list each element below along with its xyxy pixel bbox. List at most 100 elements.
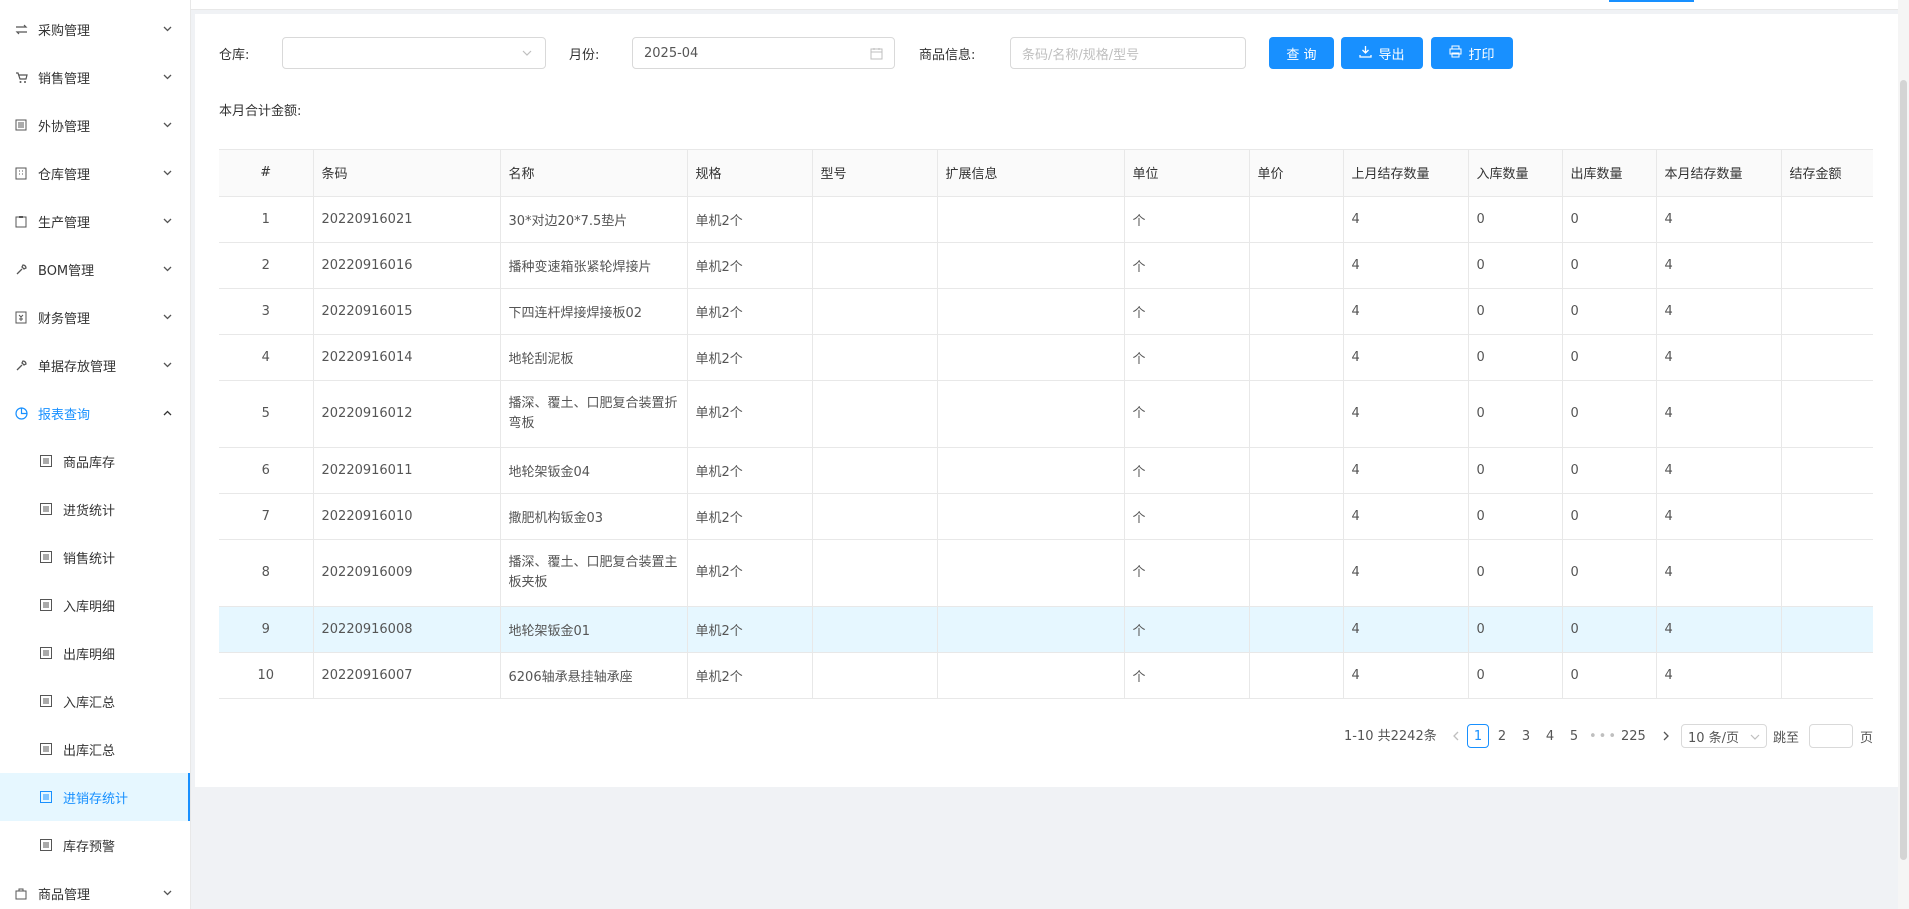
month-picker[interactable]: 2025-04 <box>632 37 895 69</box>
submenu-outbound-detail[interactable]: 出库明细 <box>0 629 190 677</box>
cell-stock-amount <box>1781 242 1873 289</box>
cell-unit-price <box>1249 380 1344 448</box>
cell-unit: 个 <box>1124 288 1250 335</box>
scrollbar-thumb[interactable] <box>1900 80 1907 860</box>
cell-index: 7 <box>219 493 314 540</box>
query-button[interactable]: 查 询 <box>1269 37 1334 69</box>
prev-page-icon[interactable] <box>1444 724 1466 748</box>
cell-last-month-qty: 4 <box>1343 447 1469 494</box>
next-page-icon[interactable] <box>1655 724 1677 748</box>
col-index[interactable]: # <box>219 150 314 197</box>
table-row[interactable]: 2 20220916016 播种变速箱张紧轮焊接片 单机2个个 4 0 0 4 <box>219 242 1873 289</box>
submenu-inbound-summary[interactable]: 入库汇总 <box>0 677 190 725</box>
col-last-month-qty[interactable]: 上月结存数量 <box>1343 150 1469 197</box>
list-icon <box>40 455 52 467</box>
table-row[interactable]: 4 20220916014 地轮刮泥板 单机2个个 4 0 0 4 <box>219 334 1873 381</box>
cell-last-month-qty: 4 <box>1343 196 1469 243</box>
cell-spec: 单机2个 <box>687 606 813 653</box>
submenu-purchase-stats[interactable]: 进货统计 <box>0 485 190 533</box>
cell-model <box>812 493 938 540</box>
cell-unit-price <box>1249 493 1344 540</box>
cell-model <box>812 380 938 448</box>
page-3[interactable]: 3 <box>1515 724 1537 748</box>
jump-label: 跳至 <box>1773 730 1800 746</box>
table-row[interactable]: 1 20220916021 30*对边20*7.5垫片 单机2个个 4 0 0 4 <box>219 196 1873 243</box>
menu-warehouse[interactable]: 仓库管理 <box>0 153 190 193</box>
cell-inbound-qty: 0 <box>1468 334 1563 381</box>
submenu-inventory-stats[interactable]: 进销存统计 <box>0 773 190 821</box>
print-button[interactable]: 打印 <box>1431 37 1513 69</box>
col-name[interactable]: 名称 <box>500 150 688 197</box>
page-2[interactable]: 2 <box>1491 724 1513 748</box>
wrench-icon <box>14 358 28 372</box>
top-strip <box>191 0 1909 10</box>
menu-sales[interactable]: 销售管理 <box>0 57 190 97</box>
cell-last-month-qty: 4 <box>1343 288 1469 335</box>
table-row[interactable]: 9 20220916008 地轮架钣金01 单机2个个 4 0 0 4 <box>219 606 1873 653</box>
list-icon <box>40 599 52 611</box>
cell-unit: 个 <box>1124 493 1250 540</box>
page-size-select[interactable]: 10 条/页 <box>1681 724 1767 748</box>
page-last[interactable]: 225 <box>1621 724 1646 748</box>
col-stock-amount[interactable]: 结存金额 <box>1781 150 1873 197</box>
submenu-stock-alert[interactable]: 库存预警 <box>0 821 190 869</box>
col-model[interactable]: 型号 <box>812 150 938 197</box>
page-1[interactable]: 1 <box>1467 724 1489 748</box>
col-unit[interactable]: 单位 <box>1124 150 1250 197</box>
table-row[interactable]: 6 20220916011 地轮架钣金04 单机2个个 4 0 0 4 <box>219 447 1873 494</box>
cell-index: 4 <box>219 334 314 381</box>
col-outbound-qty[interactable]: 出库数量 <box>1562 150 1657 197</box>
cell-barcode: 20220916009 <box>313 539 501 607</box>
cell-this-month-qty: 4 <box>1656 242 1782 289</box>
col-unit-price[interactable]: 单价 <box>1249 150 1344 197</box>
col-spec[interactable]: 规格 <box>687 150 813 197</box>
cell-index: 2 <box>219 242 314 289</box>
menu-purchase[interactable]: 采购管理 <box>0 9 190 49</box>
page-5[interactable]: 5 <box>1563 724 1585 748</box>
cell-spec: 单机2个 <box>687 196 813 243</box>
chevron-down-icon <box>1750 731 1760 746</box>
jump-page-input[interactable] <box>1809 724 1853 748</box>
chevron-down-icon <box>162 264 172 274</box>
cell-last-month-qty: 4 <box>1343 606 1469 653</box>
menu-document-storage[interactable]: 单据存放管理 <box>0 345 190 385</box>
submenu-inbound-detail[interactable]: 入库明细 <box>0 581 190 629</box>
table-row[interactable]: 3 20220916015 下四连杆焊接焊接板02 单机2个个 4 0 0 4 <box>219 288 1873 335</box>
cell-inbound-qty: 0 <box>1468 196 1563 243</box>
table-row[interactable]: 10 20220916007 6206轴承悬挂轴承座 单机2个个 4 0 0 4 <box>219 652 1873 699</box>
page-4[interactable]: 4 <box>1539 724 1561 748</box>
cell-unit: 个 <box>1124 196 1250 243</box>
clipboard-icon <box>14 214 28 228</box>
col-inbound-qty[interactable]: 入库数量 <box>1468 150 1563 197</box>
chevron-down-icon <box>162 72 172 82</box>
submenu-goods-stock[interactable]: 商品库存 <box>0 437 190 485</box>
cell-this-month-qty: 4 <box>1656 606 1782 653</box>
page-ellipsis[interactable]: ••• <box>1589 724 1618 748</box>
cell-extended-info <box>937 652 1125 699</box>
cell-unit: 个 <box>1124 380 1250 448</box>
page-scrollbar[interactable] <box>1898 0 1909 909</box>
cell-outbound-qty: 0 <box>1562 196 1657 243</box>
export-button[interactable]: 导出 <box>1341 37 1423 69</box>
table-row[interactable]: 5 20220916012 播深、覆土、口肥复合装置折弯板 单机2个个 4 0 0 4 <box>219 380 1873 448</box>
table-row[interactable]: 8 20220916009 播深、覆土、口肥复合装置主板夹板 单机2个个 4 0 0 4 <box>219 539 1873 607</box>
warehouse-select[interactable] <box>282 37 546 69</box>
menu-production[interactable]: 生产管理 <box>0 201 190 241</box>
menu-reports[interactable]: 报表查询 <box>0 393 190 433</box>
menu-outsourcing[interactable]: 外协管理 <box>0 105 190 145</box>
cell-this-month-qty: 4 <box>1656 196 1782 243</box>
goods-info-label: 商品信息: <box>919 48 976 63</box>
page-suffix-label: 页 <box>1860 730 1874 746</box>
goods-search-input[interactable]: 条码/名称/规格/型号 <box>1010 37 1246 69</box>
cell-spec: 单机2个 <box>687 334 813 381</box>
submenu-sales-stats[interactable]: 销售统计 <box>0 533 190 581</box>
col-extended-info[interactable]: 扩展信息 <box>937 150 1125 197</box>
menu-bom[interactable]: BOM管理 <box>0 249 190 289</box>
menu-finance[interactable]: 财务管理 <box>0 297 190 337</box>
col-this-month-qty[interactable]: 本月结存数量 <box>1656 150 1782 197</box>
menu-goods[interactable]: 商品管理 <box>0 873 190 909</box>
table-row[interactable]: 7 20220916010 撒肥机构钣金03 单机2个个 4 0 0 4 <box>219 493 1873 540</box>
cell-unit: 个 <box>1124 334 1250 381</box>
col-barcode[interactable]: 条码 <box>313 150 501 197</box>
submenu-outbound-summary[interactable]: 出库汇总 <box>0 725 190 773</box>
